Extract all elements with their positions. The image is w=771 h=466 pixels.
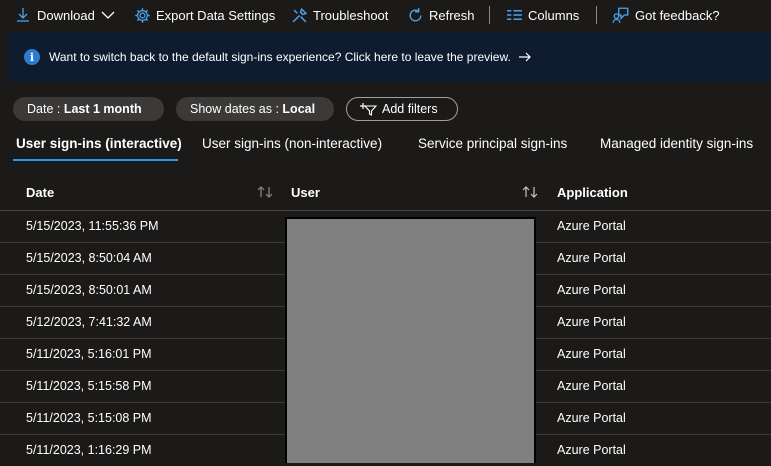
refresh-label: Refresh	[429, 7, 475, 23]
feedback-icon	[612, 6, 630, 24]
date-cell: 5/15/2023, 8:50:04 AM	[26, 251, 152, 265]
chevron-down-icon	[101, 10, 115, 20]
arrow-right-icon	[518, 52, 532, 62]
column-header-application[interactable]: Application	[557, 185, 628, 200]
command-bar: Download Export Data Settings Troublesho…	[0, 0, 771, 30]
sort-icon[interactable]	[521, 185, 539, 199]
date-cell: 5/15/2023, 8:50:01 AM	[26, 283, 152, 297]
export-data-settings-label: Export Data Settings	[156, 7, 276, 23]
date-cell: 5/12/2023, 7:41:32 AM	[26, 315, 152, 329]
date-cell: 5/11/2023, 1:16:29 PM	[26, 443, 152, 457]
active-tab-indicator	[13, 159, 178, 161]
application-cell: Azure Portal	[557, 379, 626, 393]
application-cell: Azure Portal	[557, 411, 626, 425]
show-dates-value: Local	[282, 102, 316, 116]
column-header-date[interactable]: Date	[26, 185, 54, 200]
tab-user-sign-ins-non-interactive[interactable]: User sign-ins (non-interactive)	[202, 136, 382, 151]
sort-icon[interactable]	[256, 185, 274, 199]
info-icon: i	[24, 49, 40, 65]
preview-banner[interactable]: i Want to switch back to the default sig…	[8, 32, 771, 82]
application-cell: Azure Portal	[557, 443, 626, 457]
troubleshoot-label: Troubleshoot	[313, 7, 389, 23]
application-cell: Azure Portal	[557, 219, 626, 233]
application-cell: Azure Portal	[557, 251, 626, 265]
add-filters-button[interactable]: Add filters	[346, 97, 458, 121]
show-dates-pill[interactable]: Show dates as : Local	[176, 97, 334, 121]
banner-message: Want to switch back to the default sign-…	[49, 50, 511, 64]
troubleshoot-button[interactable]: Troubleshoot	[290, 0, 388, 30]
date-cell: 5/11/2023, 5:16:01 PM	[26, 347, 152, 361]
application-cell: Azure Portal	[557, 347, 626, 361]
column-header-user[interactable]: User	[291, 185, 320, 200]
refresh-button[interactable]: Refresh	[406, 0, 475, 30]
redacted-user-column	[285, 217, 536, 463]
table-header: Date User Application	[0, 176, 771, 211]
feedback-button[interactable]: Got feedback?	[612, 0, 720, 30]
columns-icon	[505, 6, 523, 24]
tab-managed-identity-sign-ins[interactable]: Managed identity sign-ins	[600, 136, 753, 151]
download-button[interactable]: Download	[14, 0, 115, 30]
date-filter-pill[interactable]: Date : Last 1 month	[13, 97, 164, 121]
tab-service-principal-sign-ins[interactable]: Service principal sign-ins	[418, 136, 567, 151]
feedback-label: Got feedback?	[635, 7, 720, 23]
download-icon	[14, 6, 32, 24]
wrench-icon	[290, 6, 308, 24]
tab-user-sign-ins-interactive[interactable]: User sign-ins (interactive)	[16, 136, 182, 151]
toolbar-divider	[596, 6, 597, 24]
date-cell: 5/11/2023, 5:15:58 PM	[26, 379, 152, 393]
refresh-icon	[406, 6, 424, 24]
application-cell: Azure Portal	[557, 283, 626, 297]
date-filter-prefix: Date :	[27, 102, 64, 116]
export-data-settings-button[interactable]: Export Data Settings	[133, 0, 275, 30]
add-filter-icon	[359, 102, 377, 116]
date-filter-value: Last 1 month	[63, 102, 142, 116]
columns-label: Columns	[528, 7, 580, 23]
application-cell: Azure Portal	[557, 315, 626, 329]
date-cell: 5/11/2023, 5:15:08 PM	[26, 411, 152, 425]
toolbar-divider	[489, 6, 490, 24]
columns-button[interactable]: Columns	[505, 0, 579, 30]
add-filters-label: Add filters	[382, 102, 438, 116]
gear-icon	[133, 6, 151, 24]
show-dates-prefix: Show dates as :	[190, 102, 283, 116]
date-cell: 5/15/2023, 11:55:36 PM	[26, 219, 159, 233]
download-label: Download	[37, 7, 95, 23]
